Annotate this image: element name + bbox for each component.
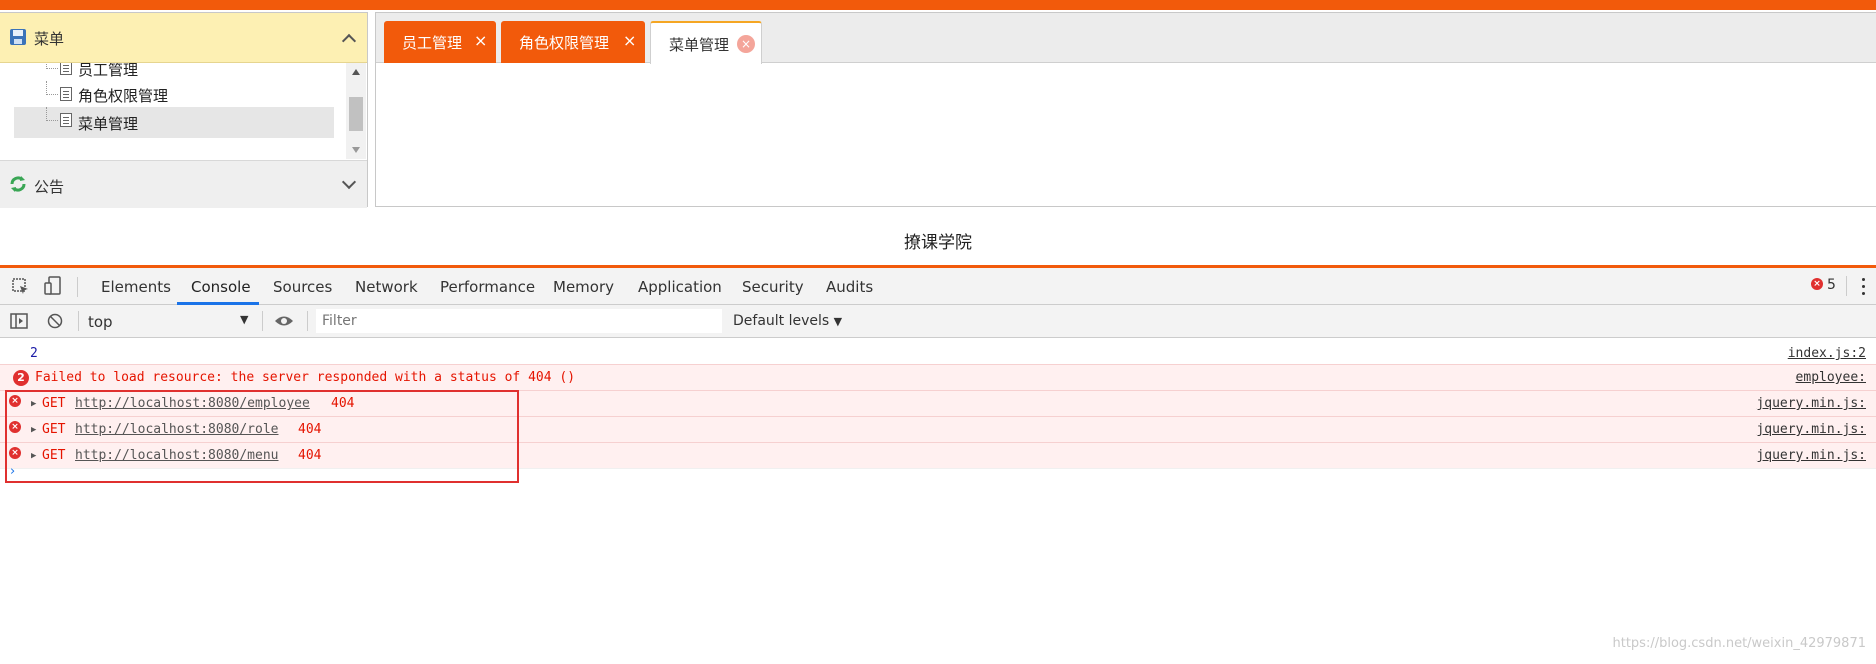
document-icon xyxy=(60,87,72,101)
request-source[interactable]: jquery.min.js: xyxy=(1756,422,1866,437)
levels-label: Default levels xyxy=(733,313,830,329)
inspect-icon[interactable] xyxy=(12,278,30,296)
request-source[interactable]: jquery.min.js: xyxy=(1756,396,1866,411)
tab-employee[interactable]: 员工管理 × xyxy=(384,21,496,63)
top-accent-bar xyxy=(0,0,1876,10)
notice-accordion-header[interactable]: 公告 xyxy=(0,160,367,208)
resource-error-row: 2 Failed to load resource: the server re… xyxy=(0,364,1876,390)
tab-strip: 员工管理 × 角色权限管理 × 菜单管理 × xyxy=(376,13,1876,64)
tab-label: 菜单管理 xyxy=(669,36,730,54)
sidebar-toggle-icon[interactable] xyxy=(10,313,28,329)
kebab-menu-icon[interactable] xyxy=(1862,278,1866,296)
error-count-badge: 2 xyxy=(13,370,29,386)
console-prompt[interactable]: › xyxy=(10,464,15,479)
tab-application[interactable]: Application xyxy=(638,278,722,296)
close-icon[interactable]: × xyxy=(737,35,755,53)
resource-error-source[interactable]: employee: xyxy=(1796,370,1866,385)
footer-text: 撩课学院 xyxy=(904,233,972,253)
tree-item-employee[interactable]: 员工管理 xyxy=(14,63,334,83)
scrollbar-thumb[interactable] xyxy=(349,97,363,131)
scroll-down-icon[interactable] xyxy=(352,147,360,153)
chevron-up-icon[interactable] xyxy=(341,33,357,49)
separator xyxy=(307,311,308,331)
default-levels-dropdown[interactable]: Default levels ▼ xyxy=(733,313,842,329)
console-log-row: 2 index.js:2 xyxy=(0,344,1876,364)
devtools-tabbar: Elements Console Sources Network Perform… xyxy=(0,268,1876,305)
request-source[interactable]: jquery.min.js: xyxy=(1756,448,1866,463)
log-value: 2 xyxy=(30,346,38,361)
tab-label: 角色权限管理 xyxy=(519,34,610,52)
refresh-icon xyxy=(10,176,26,192)
tab-memory[interactable]: Memory xyxy=(553,278,614,296)
menu-tree: 员工管理 角色权限管理 菜单管理 xyxy=(0,63,367,160)
tab-security[interactable]: Security xyxy=(742,278,804,296)
separator xyxy=(78,311,79,331)
tab-role[interactable]: 角色权限管理 × xyxy=(501,21,645,63)
tab-network[interactable]: Network xyxy=(355,278,418,296)
error-count[interactable]: 5 xyxy=(1827,277,1836,293)
menu-title: 菜单 xyxy=(34,30,65,48)
tree-item-label: 菜单管理 xyxy=(78,115,139,133)
close-icon[interactable]: × xyxy=(623,31,636,50)
tab-performance[interactable]: Performance xyxy=(440,278,535,296)
sidebar: 菜单 员工管理 角色权限管理 菜单管理 公告 xyxy=(0,12,368,208)
highlight-annotation-box xyxy=(5,390,519,483)
document-icon xyxy=(60,63,72,75)
watermark: https://blog.csdn.net/weixin_42979871 xyxy=(1612,636,1866,651)
context-select[interactable]: top xyxy=(88,313,113,331)
eye-icon[interactable] xyxy=(274,314,294,328)
tree-scrollbar[interactable] xyxy=(346,63,366,159)
main-panel: 员工管理 × 角色权限管理 × 菜单管理 × xyxy=(375,12,1876,207)
console-output: 2 index.js:2 2 Failed to load resource: … xyxy=(0,338,1876,664)
tab-menu[interactable]: 菜单管理 × xyxy=(650,21,762,64)
console-toolbar: top ▼ Default levels ▼ xyxy=(0,305,1876,338)
separator xyxy=(77,277,78,297)
separator xyxy=(1846,276,1847,296)
tree-item-label: 员工管理 xyxy=(78,63,139,79)
notice-title: 公告 xyxy=(34,178,65,196)
filter-input[interactable] xyxy=(316,309,722,333)
tab-console[interactable]: Console xyxy=(191,278,251,296)
separator xyxy=(262,311,263,331)
tree-item-role[interactable]: 角色权限管理 xyxy=(14,81,334,109)
resource-error-text: Failed to load resource: the server resp… xyxy=(35,370,576,385)
log-source-link[interactable]: index.js:2 xyxy=(1788,346,1866,361)
tab-label: 员工管理 xyxy=(402,34,463,52)
chevron-down-icon[interactable] xyxy=(341,174,357,190)
scroll-up-icon[interactable] xyxy=(352,69,360,75)
tab-sources[interactable]: Sources xyxy=(273,278,332,296)
tab-audits[interactable]: Audits xyxy=(826,278,873,296)
menu-accordion-header[interactable]: 菜单 xyxy=(0,13,367,63)
tree-item-label: 角色权限管理 xyxy=(78,87,169,105)
device-toggle-icon[interactable] xyxy=(44,276,62,296)
error-icon: × xyxy=(1811,278,1823,290)
tab-elements[interactable]: Elements xyxy=(101,278,171,296)
close-icon[interactable]: × xyxy=(474,31,487,50)
clear-console-icon[interactable] xyxy=(47,313,63,329)
save-icon xyxy=(10,29,26,45)
document-icon xyxy=(60,113,72,127)
tree-item-menu[interactable]: 菜单管理 xyxy=(14,107,334,138)
context-dropdown-arrow[interactable]: ▼ xyxy=(240,313,248,326)
chevron-down-icon: ▼ xyxy=(833,315,843,328)
app-content: 菜单 员工管理 角色权限管理 菜单管理 公告 员工管理 × 角色权限管理 × 菜… xyxy=(0,10,1876,267)
